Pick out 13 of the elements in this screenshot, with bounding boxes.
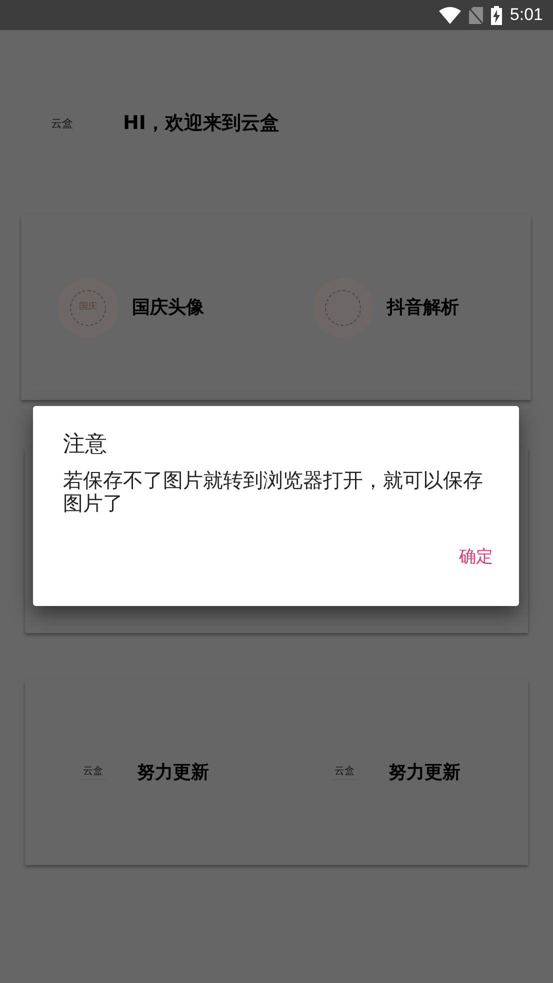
status-time: 5:01 [510,4,543,26]
wifi-icon [438,6,461,24]
feature-label[interactable]: 抖音解析 [387,294,459,321]
greeting-text: HI，欢迎来到云盒 [123,110,279,136]
dialog-title: 注意 [63,431,108,459]
feature-label[interactable]: 努力更新 [388,759,460,786]
feature-label[interactable]: 努力更新 [137,759,209,786]
battery-charging-icon [490,6,502,24]
no-sim-icon [468,6,483,24]
app-logo: 云盒 [50,118,74,128]
confirm-button[interactable]: 确定 [453,539,499,576]
dialog-message: 若保存不了图片就转到浏览器打开，就可以保存图片了 [63,469,484,515]
feature-label[interactable]: 国庆头像 [132,294,204,321]
